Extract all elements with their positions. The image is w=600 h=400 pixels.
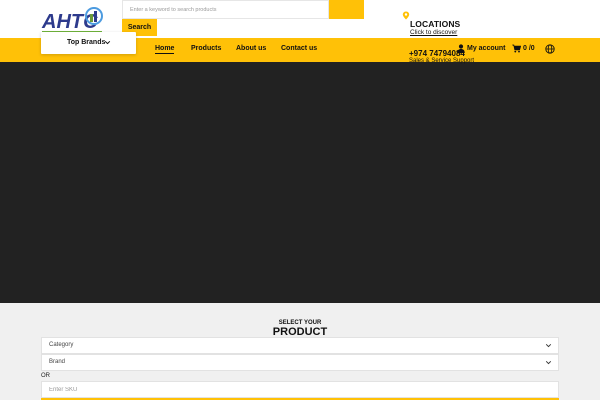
nav-home[interactable]: Home xyxy=(155,45,175,54)
search-bar: Search xyxy=(122,0,364,38)
search-field-accent xyxy=(329,0,364,19)
chevron-down-icon xyxy=(545,343,552,348)
sku-input[interactable] xyxy=(41,381,559,398)
category-select-label: Category xyxy=(49,342,74,348)
chevron-down-icon xyxy=(104,40,111,45)
nav-products[interactable]: Products xyxy=(191,45,221,52)
globe-icon[interactable] xyxy=(545,44,555,54)
top-brands-label: Top Brands xyxy=(67,39,106,46)
my-account-link[interactable]: My account xyxy=(457,44,506,53)
nav-contact-us[interactable]: Contact us xyxy=(281,45,317,52)
user-icon xyxy=(457,44,465,53)
chevron-down-icon xyxy=(545,360,552,365)
locations-link[interactable]: Click to discover xyxy=(410,29,457,36)
top-brands-dropdown[interactable]: Top Brands xyxy=(41,32,136,54)
page: AHTC Search LOCATIONS Click to discover … xyxy=(0,0,600,400)
my-account-label: My account xyxy=(467,45,506,52)
hero-banner xyxy=(0,62,600,303)
locations-title: LOCATIONS xyxy=(410,19,461,29)
cart-icon xyxy=(512,44,521,53)
support-label: Sales & Service Support xyxy=(409,58,475,64)
brand-select-label: Brand xyxy=(49,359,66,365)
category-select[interactable]: Category xyxy=(41,337,559,354)
or-separator: OR xyxy=(41,373,50,379)
brand-select[interactable]: Brand xyxy=(41,354,559,371)
location-pin-icon xyxy=(402,11,410,20)
search-input[interactable] xyxy=(122,0,329,19)
cart-link[interactable]: 0 /0 xyxy=(512,44,535,53)
nav-about-us[interactable]: About us xyxy=(236,45,266,52)
cart-count: 0 /0 xyxy=(523,45,535,52)
